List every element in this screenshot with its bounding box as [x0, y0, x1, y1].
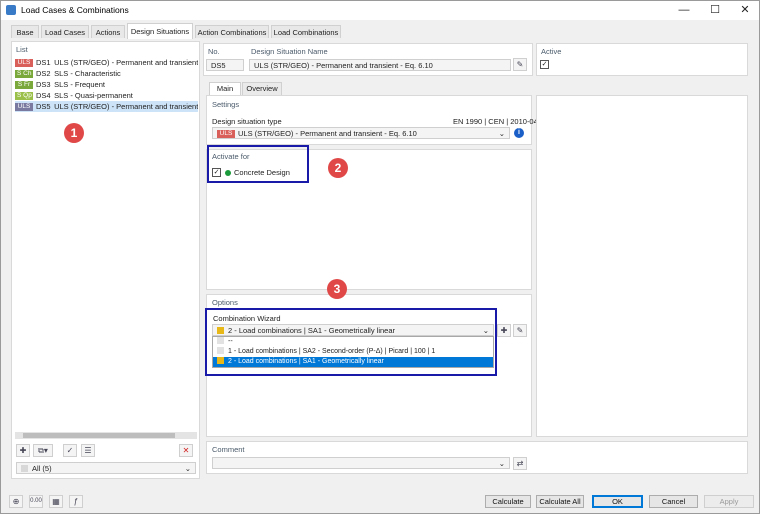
active-panel — [536, 43, 748, 76]
help-icon[interactable]: ⊕ — [9, 495, 23, 508]
main-tabs: Base Load Cases Actions Design Situation… — [1, 23, 759, 39]
list-text: ULS (STR/GEO) - Permanent and transient … — [54, 58, 198, 67]
maximize-button[interactable]: ☐ — [700, 1, 730, 20]
tab-overview[interactable]: Overview — [242, 82, 282, 95]
list-scrollbar-thumb[interactable] — [23, 433, 175, 438]
tab-base[interactable]: Base — [11, 25, 39, 38]
ok-button[interactable]: OK — [592, 495, 643, 508]
title-bar: Load Cases & Combinations — ☐ ✕ — [1, 1, 759, 20]
active-checkbox[interactable]: ✓ — [540, 60, 549, 69]
list-badge: S Qp — [15, 92, 33, 101]
edit-wizard-icon[interactable]: ✎ — [513, 324, 527, 337]
callout-1: 1 — [64, 123, 84, 143]
list-text: SLS - Characteristic — [54, 69, 121, 78]
list-text: ULS (STR/GEO) - Permanent and transient … — [54, 102, 198, 111]
callout-3: 3 — [327, 279, 347, 299]
calculate-all-button[interactable]: Calculate All — [536, 495, 584, 508]
cancel-button[interactable]: Cancel — [649, 495, 698, 508]
dialog-window: Load Cases & Combinations — ☐ ✕ Base Loa… — [0, 0, 760, 514]
preview-panel — [536, 95, 748, 437]
tab-load-cases[interactable]: Load Cases — [41, 25, 89, 38]
app-icon — [6, 5, 16, 15]
options-highlight — [205, 308, 497, 376]
list-scrollbar[interactable] — [15, 432, 197, 439]
edit-name-icon[interactable]: ✎ — [513, 58, 527, 71]
active-label: Active — [541, 47, 562, 56]
tab-main[interactable]: Main — [209, 82, 241, 95]
calculate-button[interactable]: Calculate — [485, 495, 531, 508]
chevron-down-icon: ⌄ — [498, 129, 505, 138]
type-badge: ULS — [217, 130, 235, 138]
options-title: Options — [212, 298, 238, 307]
type-label: Design situation type — [212, 117, 282, 126]
tab-design-situations[interactable]: Design Situations — [127, 23, 193, 39]
chevron-down-icon: ⌄ — [184, 464, 191, 473]
no-label: No. — [208, 47, 220, 56]
filter-select[interactable]: All (5) ⌄ — [16, 462, 196, 474]
list-item[interactable]: ULS DS1 ULS (STR/GEO) - Permanent and tra… — [15, 57, 198, 68]
list-code: DS5 — [36, 102, 51, 111]
type-value: ULS (STR/GEO) - Permanent and transient … — [238, 129, 417, 138]
info-icon[interactable]: i — [514, 128, 524, 138]
table-icon[interactable]: ▦ — [49, 495, 63, 508]
callout-2: 2 — [328, 158, 348, 178]
list-code: DS3 — [36, 80, 51, 89]
activate-highlight — [207, 145, 309, 183]
list-item[interactable]: S Qp DS4 SLS - Quasi-permanent — [15, 90, 198, 101]
standard-label: EN 1990 | CEN | 2010-04 — [453, 117, 538, 126]
copy-item-icon[interactable]: ⧉▾ — [33, 444, 53, 457]
list-badge: S Fr — [15, 81, 33, 90]
window-title: Load Cases & Combinations — [21, 5, 129, 15]
check-icon[interactable]: ✓ — [63, 444, 77, 457]
comment-options-icon[interactable]: ⇄ — [513, 457, 527, 470]
list-text: SLS - Frequent — [54, 80, 105, 89]
chevron-down-icon: ⌄ — [498, 459, 505, 468]
new-wizard-icon[interactable]: ✚ — [497, 324, 511, 337]
filter-value: All (5) — [32, 464, 52, 473]
list-code: DS4 — [36, 91, 51, 100]
list-item[interactable]: S Ch DS2 SLS - Characteristic — [15, 68, 198, 79]
formula-icon[interactable]: ƒ — [69, 495, 83, 508]
list-badge: ULS — [15, 103, 33, 112]
list-header: List — [16, 45, 28, 54]
list-text: SLS - Quasi-permanent — [54, 91, 133, 100]
tab-action-combinations[interactable]: Action Combinations — [195, 25, 269, 38]
comment-title: Comment — [212, 445, 245, 454]
list-item[interactable]: S Fr DS3 SLS - Frequent — [15, 79, 198, 90]
units-icon[interactable]: 0.00 — [29, 495, 43, 508]
minimize-button[interactable]: — — [669, 1, 699, 20]
close-button[interactable]: ✕ — [730, 1, 760, 20]
tab-load-combinations[interactable]: Load Combinations — [271, 25, 341, 38]
comment-field[interactable]: ⌄ — [212, 457, 510, 469]
name-label: Design Situation Name — [251, 47, 328, 56]
filter-swatch — [21, 465, 28, 472]
delete-icon[interactable]: ✕ — [179, 444, 193, 457]
name-field[interactable]: ULS (STR/GEO) - Permanent and transient … — [249, 59, 511, 71]
new-item-icon[interactable]: ✚ — [16, 444, 30, 457]
settings-title: Settings — [212, 100, 240, 109]
list-item[interactable]: ULS DS5 ULS (STR/GEO) - Permanent and tra… — [15, 101, 198, 112]
list-code: DS1 — [36, 58, 51, 67]
list-code: DS2 — [36, 69, 51, 78]
list-options-icon[interactable]: ☰ — [81, 444, 95, 457]
list-badge: S Ch — [15, 70, 33, 79]
tab-actions[interactable]: Actions — [91, 25, 125, 38]
list-badge: ULS — [15, 59, 33, 68]
apply-button[interactable]: Apply — [704, 495, 754, 508]
no-field[interactable]: DS5 — [206, 59, 244, 71]
type-select[interactable]: ULS ULS (STR/GEO) - Permanent and transie… — [212, 127, 510, 139]
